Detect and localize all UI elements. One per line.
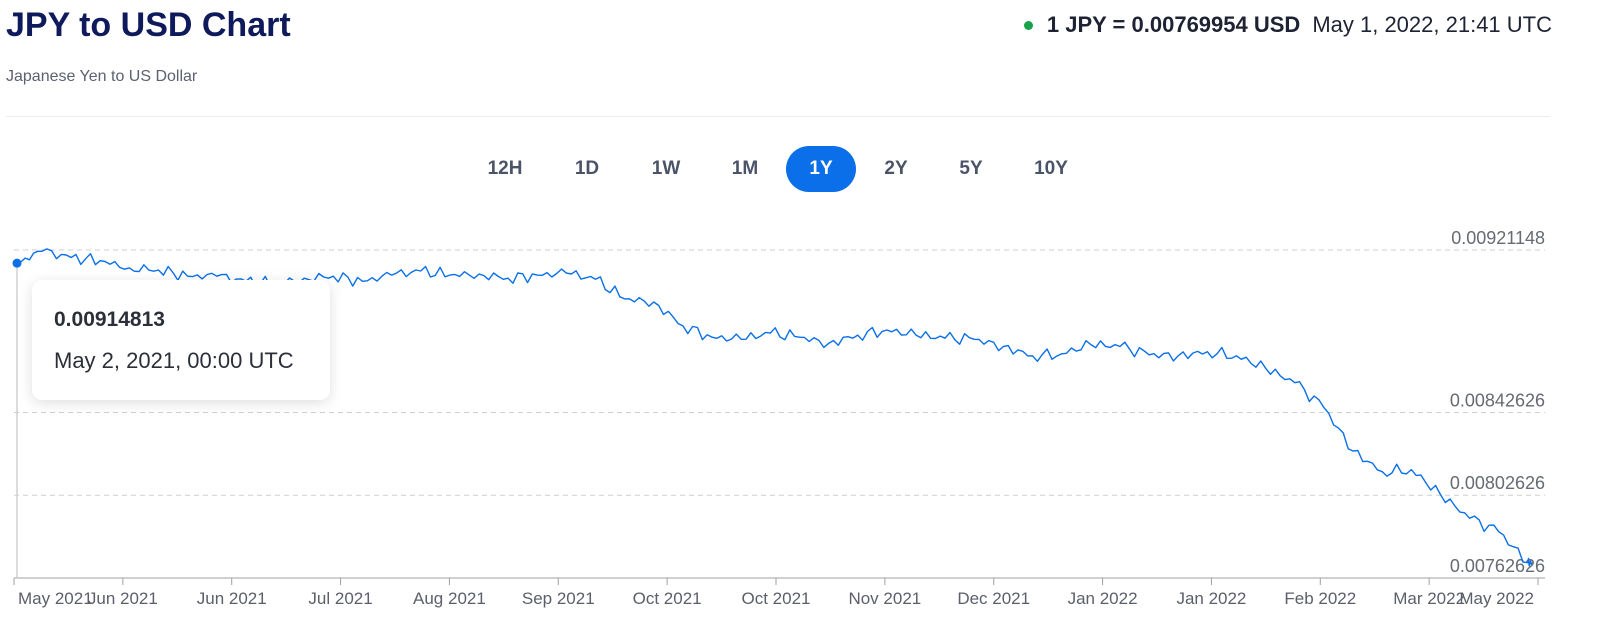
y-tick-label: 0.00802626 — [1450, 473, 1545, 493]
x-tick-label: Feb 2022 — [1284, 589, 1356, 608]
x-tick-label: Aug 2021 — [413, 589, 486, 608]
x-tick-label: Dec 2021 — [957, 589, 1030, 608]
x-tick-label: May 2021 — [18, 589, 93, 608]
x-tick-label: Jun 2021 — [88, 589, 158, 608]
x-tick-label: Mar 2022 — [1393, 589, 1465, 608]
x-tick-label: Nov 2021 — [848, 589, 921, 608]
chart-tooltip: 0.00914813 May 2, 2021, 00:00 UTC — [32, 280, 330, 400]
x-tick-label: Oct 2021 — [742, 589, 811, 608]
x-tick-label: Oct 2021 — [633, 589, 702, 608]
y-tick-label: 0.00762626 — [1450, 556, 1545, 576]
x-tick-label: Sep 2021 — [522, 589, 595, 608]
y-tick-label: 0.00842626 — [1450, 390, 1545, 410]
hover-point-marker — [12, 258, 22, 268]
x-tick-label: Jun 2021 — [197, 589, 267, 608]
x-tick-label: May 2022 — [1459, 589, 1534, 608]
tooltip-date: May 2, 2021, 00:00 UTC — [54, 348, 294, 373]
x-tick-label: Jan 2022 — [1176, 589, 1246, 608]
tooltip-value: 0.00914813 — [54, 308, 165, 331]
x-tick-label: Jul 2021 — [308, 589, 372, 608]
y-tick-label: 0.00921148 — [1451, 228, 1545, 248]
x-tick-label: Jan 2022 — [1068, 589, 1138, 608]
